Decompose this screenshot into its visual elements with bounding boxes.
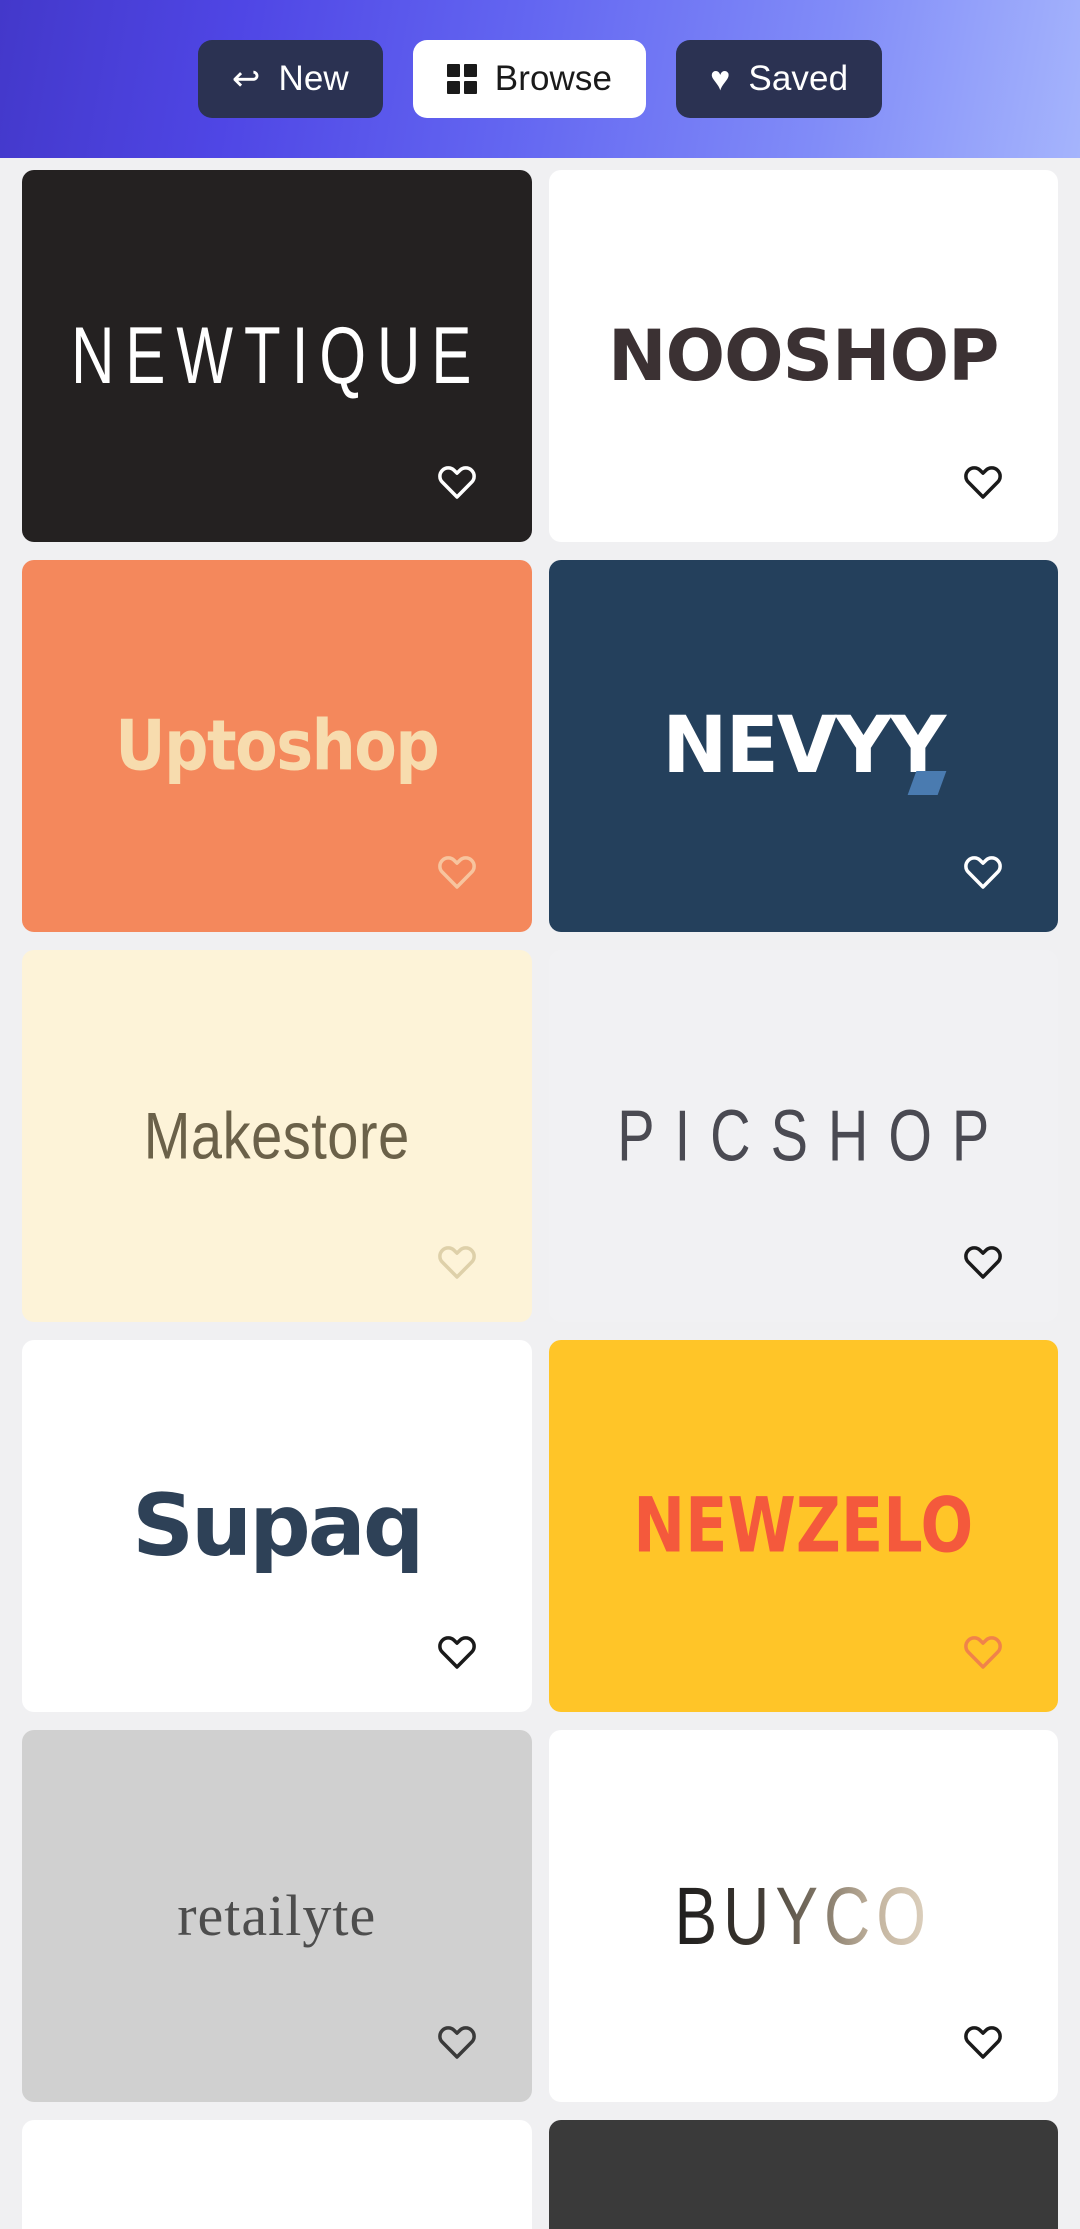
logo-text: Supaq xyxy=(132,1476,424,1576)
new-button-label: New xyxy=(278,59,349,98)
favorite-heart-icon[interactable] xyxy=(960,458,1006,504)
favorite-heart-icon[interactable] xyxy=(434,1628,480,1674)
logo-card[interactable]: Makestore xyxy=(22,950,532,1322)
logo-card[interactable]: Uptoshop xyxy=(22,560,532,932)
app-header: ↩ New Browse ♥ Saved xyxy=(0,0,1080,158)
logo-text: NEVYY xyxy=(652,707,954,785)
logo-card[interactable] xyxy=(548,2120,1058,2229)
favorite-heart-icon[interactable] xyxy=(960,1238,1006,1284)
favorite-heart-icon[interactable] xyxy=(960,1628,1006,1674)
logo-card[interactable]: BUYCO xyxy=(548,1730,1058,2102)
logo-text: NEWTIQUE xyxy=(71,310,483,401)
favorite-heart-icon[interactable] xyxy=(960,848,1006,894)
heart-filled-icon: ♥ xyxy=(710,60,731,98)
favorite-heart-icon[interactable] xyxy=(434,2018,480,2064)
logo-card[interactable]: NOOSHOP xyxy=(548,170,1058,542)
logo-card[interactable]: Supaq xyxy=(22,1340,532,1712)
logo-card[interactable]: NEVYY xyxy=(548,560,1058,932)
logo-text: Uptoshop xyxy=(115,704,439,787)
logo-card[interactable]: NEWTIQUE xyxy=(22,170,532,542)
logo-card[interactable]: PICSHOP xyxy=(548,950,1058,1322)
logo-text: NEWZELO xyxy=(633,1480,974,1570)
browse-button[interactable]: Browse xyxy=(412,40,647,118)
logo-grid: NEWTIQUE NOOSHOP Uptoshop NEVYY Makestor… xyxy=(0,158,1080,2229)
logo-card[interactable]: NEWZELO xyxy=(548,1340,1058,1712)
favorite-heart-icon[interactable] xyxy=(434,848,480,894)
saved-button-label: Saved xyxy=(748,59,849,98)
favorite-heart-icon[interactable] xyxy=(960,2018,1006,2064)
browse-button-label: Browse xyxy=(494,59,613,98)
favorite-heart-icon[interactable] xyxy=(434,458,480,504)
logo-text-inner: NEVYY xyxy=(662,701,946,791)
new-button[interactable]: ↩ New xyxy=(197,40,383,118)
favorite-heart-icon[interactable] xyxy=(434,1238,480,1284)
logo-text: PICSHOP xyxy=(617,1094,1010,1177)
logo-text: retailyte xyxy=(177,1883,377,1948)
logo-text: Makestore xyxy=(143,1098,410,1173)
grid-icon xyxy=(446,64,477,94)
back-arrow-icon: ↩ xyxy=(231,60,261,98)
logo-card[interactable] xyxy=(22,2120,532,2229)
logo-text: BUYCO xyxy=(664,1875,942,1957)
logo-text: NOOSHOP xyxy=(608,315,999,397)
logo-card[interactable]: retailyte xyxy=(22,1730,532,2102)
saved-button[interactable]: ♥ Saved xyxy=(676,40,883,118)
